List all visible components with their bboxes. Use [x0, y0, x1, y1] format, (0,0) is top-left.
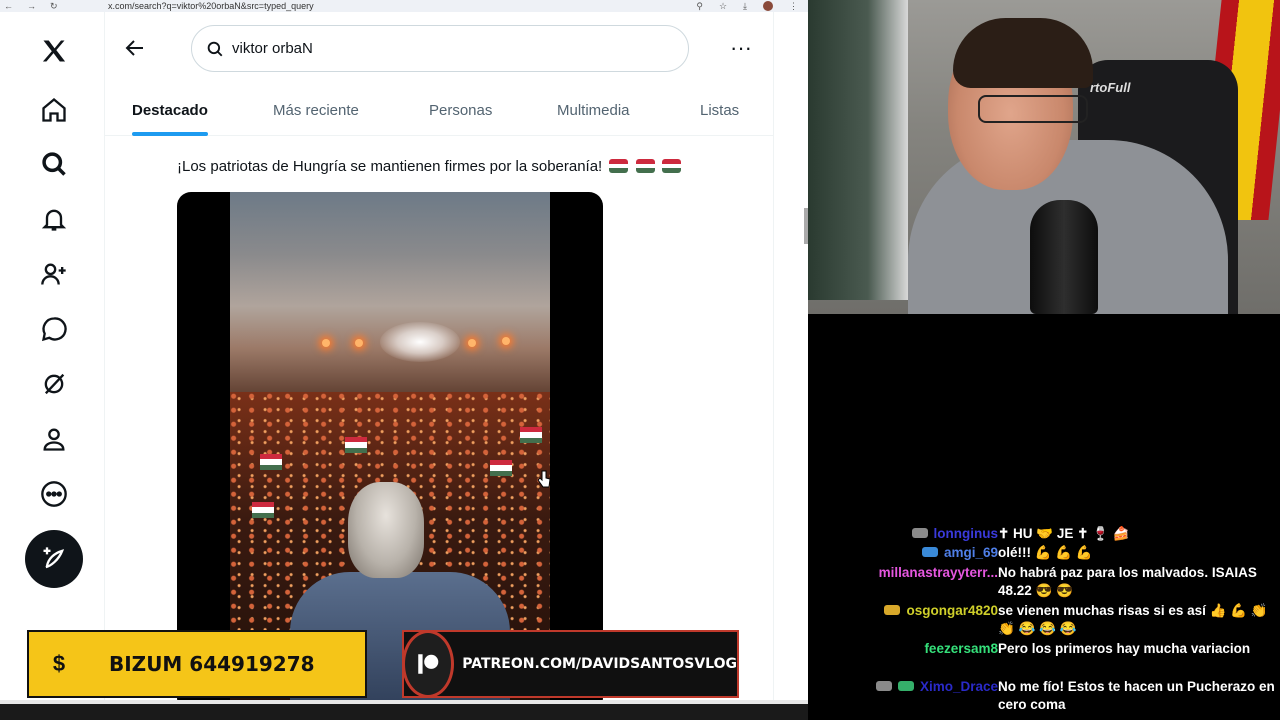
page-scroll-area [774, 12, 808, 710]
chat-username: millanastrayyterr... [879, 564, 998, 582]
crowd-flag [490, 460, 512, 476]
chair-brand-text: rtoFull [1090, 80, 1131, 95]
chat-username-text: amgi_69 [943, 545, 998, 560]
reload-icon[interactable]: ↻ [50, 1, 58, 12]
search-icon [207, 41, 223, 56]
star-icon[interactable]: ☆ [719, 1, 727, 12]
bizum-donation-banner: $ BIZUM 644919278 [27, 630, 367, 698]
stage-light [322, 339, 330, 347]
tab-mas-reciente[interactable]: Más reciente [273, 84, 359, 136]
patreon-logo-icon [402, 630, 455, 698]
chat-username-text: lonnginus [933, 526, 999, 541]
tweet-text-line: ¡Los patriotas de Hungría se mantienen f… [177, 158, 681, 175]
chat-username-text: feezersam8 [924, 641, 998, 656]
search-icon[interactable] [35, 145, 73, 183]
profile-icon[interactable] [35, 420, 73, 458]
search-tabs: Destacado Más reciente Personas Multimed… [105, 84, 775, 136]
webcam-feed: rtoFull [808, 0, 1280, 314]
notifications-bell-icon[interactable] [35, 200, 73, 238]
more-dots-icon[interactable]: ··· [729, 36, 753, 60]
dollar-icon: $ [52, 651, 66, 676]
tab-personas[interactable]: Personas [429, 84, 492, 136]
chat-username-text: millanastrayyterr... [878, 565, 998, 580]
tweet-text: ¡Los patriotas de Hungría se mantienen f… [177, 158, 603, 175]
messages-icon[interactable] [35, 310, 73, 348]
more-options-icon[interactable] [35, 475, 73, 513]
stream-screen: { "browser": { "url": "x.com/search?q=vi… [0, 0, 1280, 720]
chat-username: lonnginus [911, 525, 999, 543]
crowd-flag [260, 454, 282, 470]
bizum-text: BIZUM 644919278 [109, 652, 315, 676]
compose-post-button[interactable] [25, 530, 83, 588]
chat-username: osgongar4820 [884, 602, 998, 620]
chat-text: Pero los primeros hay mucha variacion [998, 641, 1251, 656]
x-logo-icon[interactable] [35, 32, 73, 70]
forward-icon[interactable]: → [27, 1, 36, 12]
home-icon[interactable] [35, 91, 73, 129]
x-sidebar [0, 12, 104, 710]
subscriber-badge-icon [921, 547, 938, 557]
stage-light [468, 339, 476, 347]
tab-multimedia[interactable]: Multimedia [557, 84, 630, 136]
search-field[interactable] [191, 25, 689, 72]
diamond-badge-icon [911, 528, 928, 538]
gift-badge-icon [884, 605, 901, 615]
url-text[interactable]: x.com/search?q=viktor%20orbaN&src=typed_… [78, 1, 696, 11]
diamond-badge-icon [875, 681, 892, 691]
stream-chat: lonnginus ✝ HU 🤝 JE ✝ 🍷 🍰 amgi_69 olé!!!… [808, 314, 1280, 720]
patreon-banner: PATREON.COM/DAVIDSANTOSVLOG [402, 630, 739, 698]
menu-icon[interactable]: ⋮ [789, 1, 798, 12]
taskbar-strip [0, 700, 808, 720]
follow-add-user-icon[interactable] [35, 255, 73, 293]
chat-username: Ximo_Drace [875, 678, 998, 696]
speaker-head [348, 482, 424, 578]
download-icon[interactable]: ⤓ [743, 1, 747, 12]
profile-avatar[interactable] [763, 0, 773, 11]
search-input[interactable] [232, 40, 652, 57]
browser-nav: ← → ↻ [0, 1, 78, 12]
chat-text: se vienen muchas risas si es así 👍 💪 👏 👏… [998, 603, 1268, 636]
microphone [1030, 200, 1098, 314]
chat-username: amgi_69 [921, 544, 998, 562]
patreon-text: PATREON.COM/DAVIDSANTOSVLOG [462, 656, 737, 672]
streamer-hair [953, 18, 1093, 88]
crowd-flag [252, 502, 274, 518]
back-arrow-icon[interactable] [123, 36, 147, 60]
browser-tools: ⚲ ☆ ⤓ ⋮ [696, 0, 808, 12]
tab-destacado[interactable]: Destacado [132, 84, 208, 136]
stage-light [502, 337, 510, 345]
search-results-column: ··· Destacado Más reciente Personas Mult… [104, 12, 775, 710]
browser-window: ← → ↻ x.com/search?q=viktor%20orbaN&src=… [0, 0, 808, 710]
back-icon[interactable]: ← [4, 1, 13, 12]
hungary-flag-icon [609, 159, 629, 173]
hungary-flag-icon [635, 159, 655, 173]
crowd-flag [520, 427, 542, 443]
chat-text: No habrá paz para los malvados. ISAIAS 4… [998, 565, 1257, 598]
chat-username-text: Ximo_Drace [919, 679, 998, 694]
feather-plus-icon [43, 547, 65, 569]
chat-text: ✝ HU 🤝 JE ✝ 🍷 🍰 [998, 526, 1130, 541]
tab-listas[interactable]: Listas [700, 84, 739, 136]
grok-icon[interactable] [35, 365, 73, 403]
stage-glow [380, 322, 460, 362]
stage-light [355, 339, 363, 347]
chat-username: feezersam8 [924, 640, 998, 658]
crowd-flag [345, 437, 367, 453]
chat-username-text: osgongar4820 [906, 603, 998, 618]
hand-cursor-icon [537, 470, 551, 488]
address-bar[interactable]: ← → ↻ x.com/search?q=viktor%20orbaN&src=… [0, 0, 808, 12]
zoom-icon[interactable]: ⚲ [696, 1, 703, 12]
hungary-flag-icon [661, 159, 681, 173]
chat-text: olé!!! 💪 💪 💪 [998, 545, 1093, 560]
display-cabinet [808, 0, 908, 300]
chat-text: No me fío! Estos te hacen un Pucherazo e… [998, 679, 1275, 712]
subscriber-badge-icon [897, 681, 914, 691]
glasses [978, 95, 1088, 123]
